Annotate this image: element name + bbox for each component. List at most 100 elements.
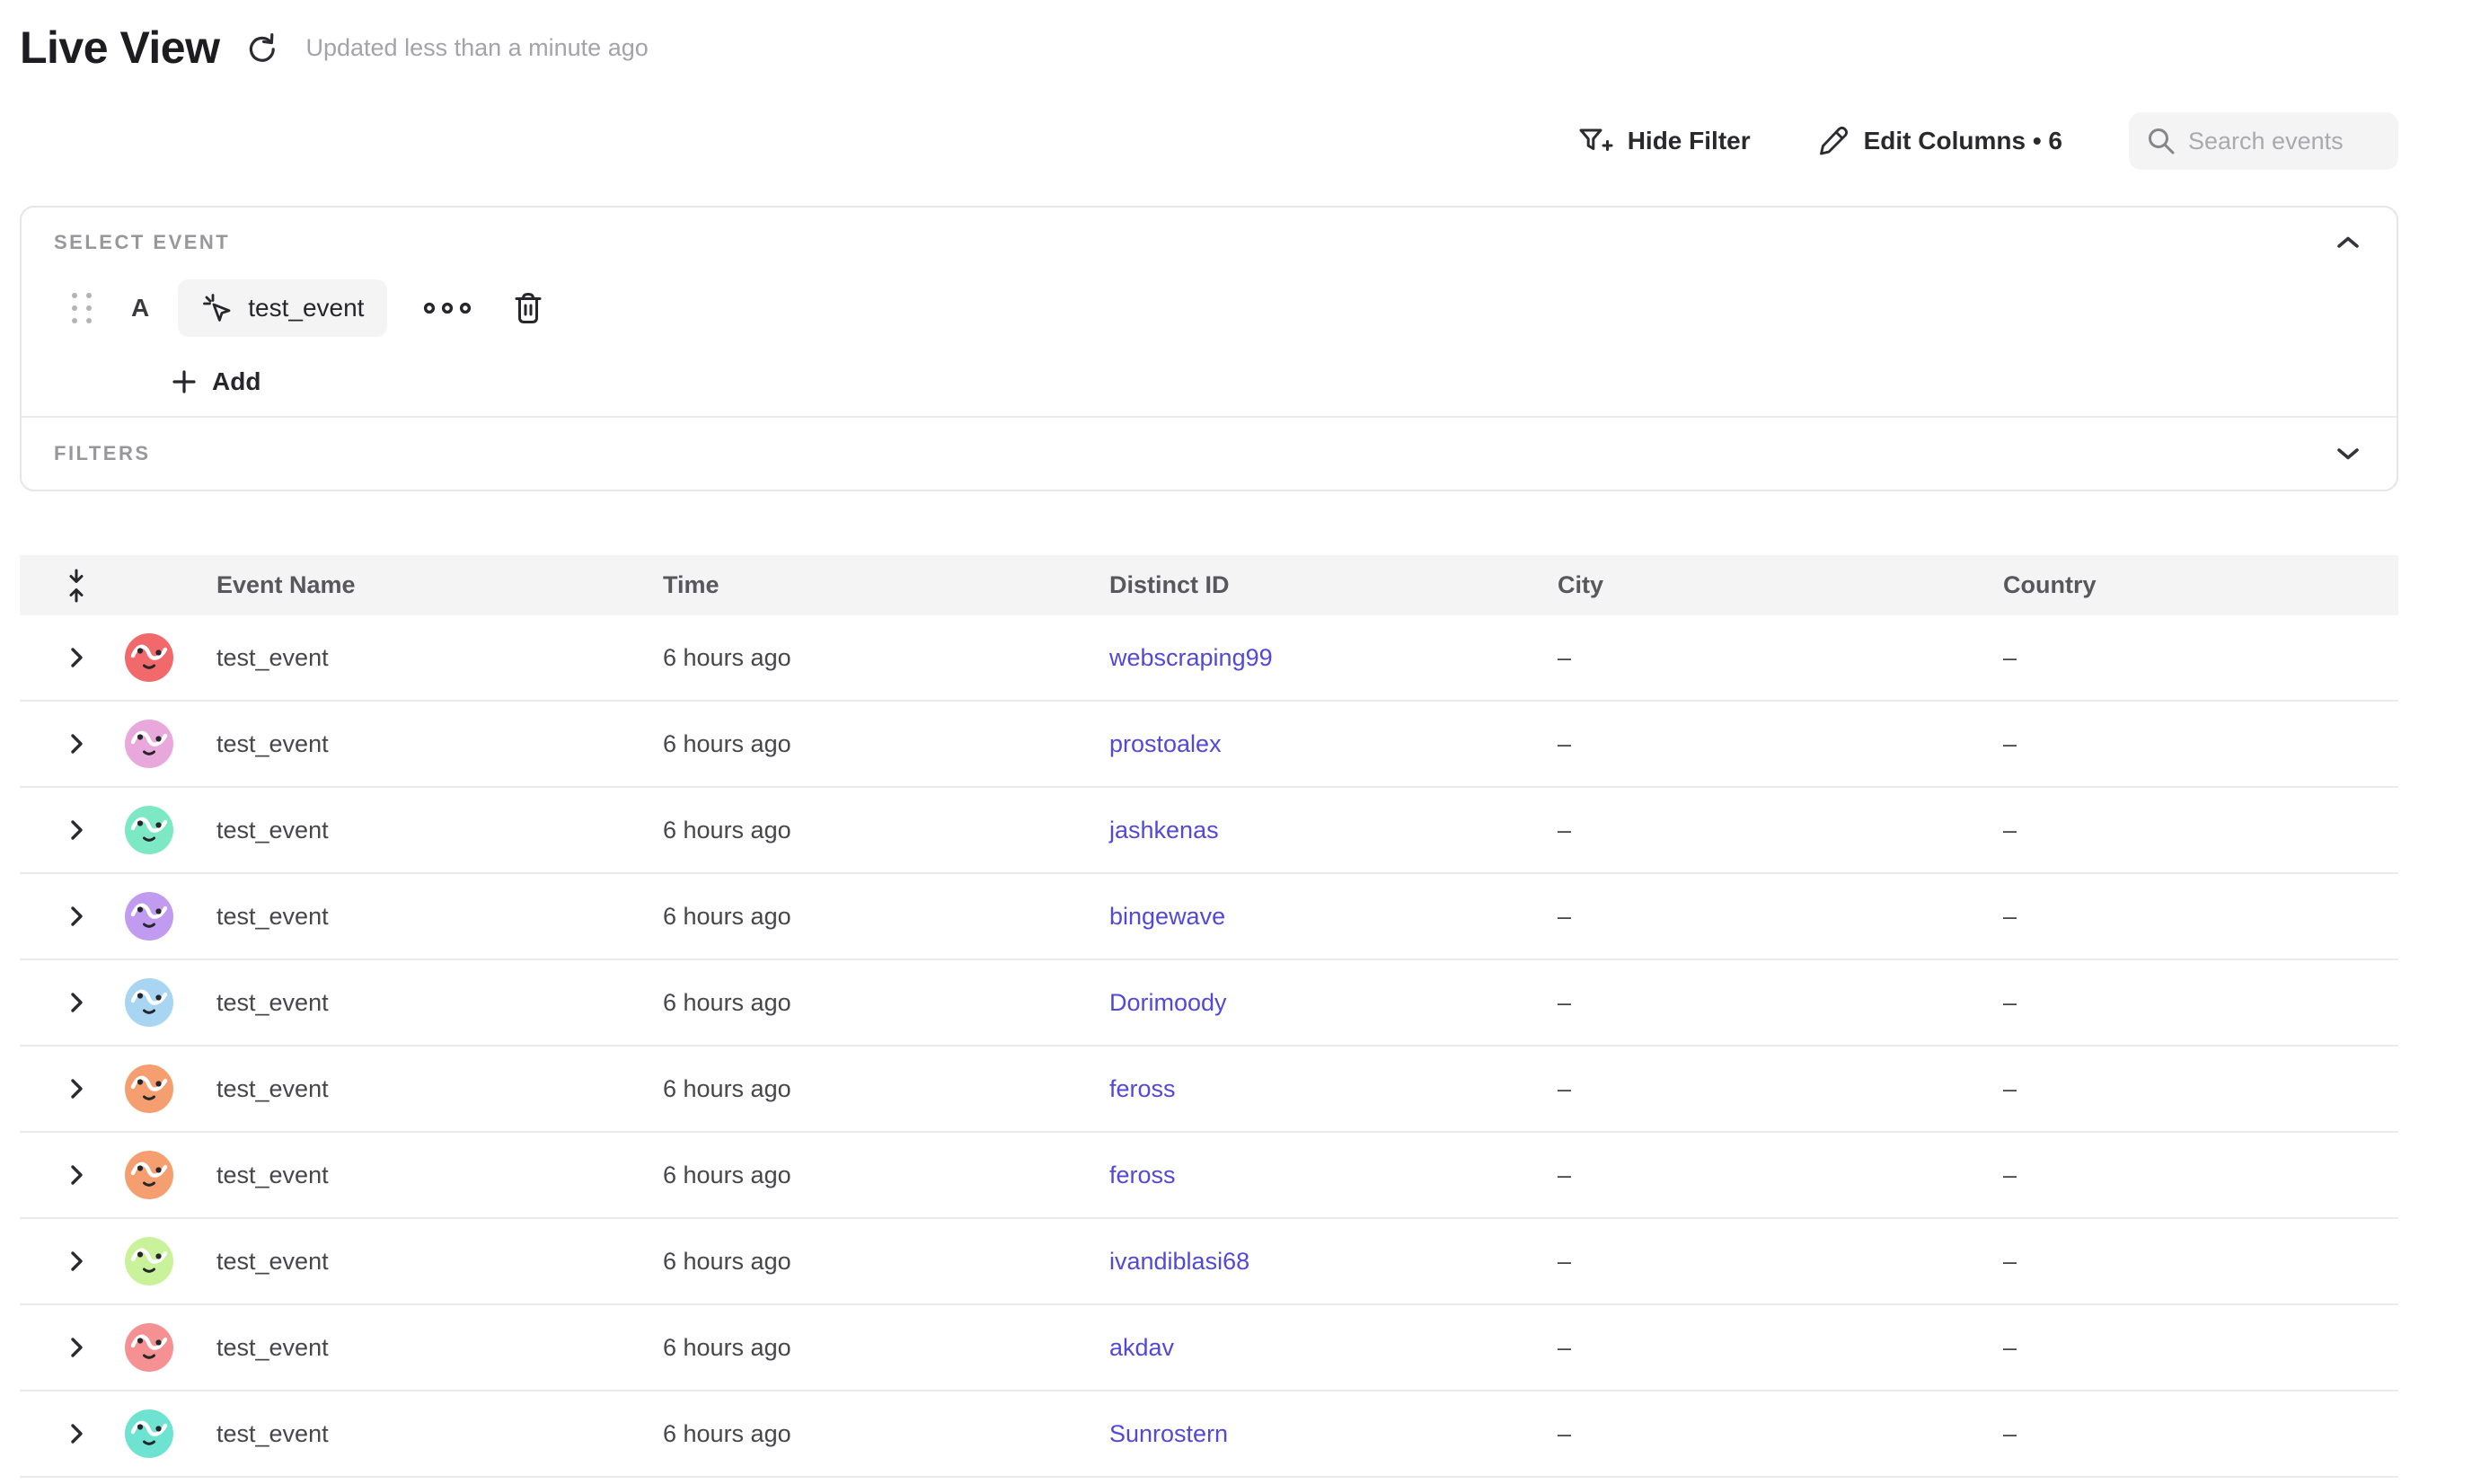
cell-event-name: test_event [192,903,639,931]
distinct-id-link[interactable]: akdav [1109,1334,1174,1361]
table-row: test_event 6 hours ago Sunrostern – – [20,1391,2398,1478]
cell-city: – [1533,1075,1979,1103]
row-expand-button[interactable] [67,1421,85,1446]
avatar-face-icon [125,1064,173,1113]
row-expand-button[interactable] [67,1249,85,1274]
cell-event-name: test_event [192,644,639,672]
event-selector-chip[interactable]: test_event [178,279,387,337]
row-expand-button[interactable] [67,731,85,756]
collapse-select-event-button[interactable] [2332,229,2364,256]
cell-country: – [1979,1248,2398,1276]
distinct-id-link[interactable]: Dorimoody [1109,989,1227,1016]
table-header: Event Name Time Distinct ID City Country [20,555,2398,615]
plus-icon [171,368,198,395]
cell-event-name: test_event [192,1162,639,1189]
cell-city: – [1533,1248,1979,1276]
table-row: test_event 6 hours ago ivandiblasi68 – – [20,1219,2398,1305]
select-event-label: SELECT EVENT [54,231,230,254]
distinct-id-link[interactable]: bingewave [1109,903,1225,930]
distinct-id-link[interactable]: feross [1109,1162,1176,1188]
filters-label: FILTERS [54,442,151,465]
event-delete-button[interactable] [513,291,543,325]
search-events-box[interactable] [2129,112,2398,170]
cell-time: 6 hours ago [639,903,1085,931]
distinct-id-link[interactable]: prostoalex [1109,730,1222,757]
cell-time: 6 hours ago [639,644,1085,672]
cell-event-name: test_event [192,817,639,844]
cell-city: – [1533,1420,1979,1448]
table-row: test_event 6 hours ago akdav – – [20,1305,2398,1391]
toolbar: Hide Filter Edit Columns • 6 [20,112,2398,170]
cell-city: – [1533,730,1979,758]
collapse-rows-button[interactable] [20,555,106,615]
avatar-face-icon [125,1409,173,1458]
drag-handle[interactable] [72,293,93,323]
cell-country: – [1979,644,2398,672]
column-header-city[interactable]: City [1533,571,1979,599]
user-avatar [125,806,173,854]
cell-time: 6 hours ago [639,1162,1085,1189]
row-expand-button[interactable] [67,1335,85,1360]
cell-time: 6 hours ago [639,989,1085,1017]
user-avatar [125,1409,173,1458]
chevron-right-icon [67,731,85,756]
avatar-face-icon [125,1323,173,1372]
event-row-a: A test_event [54,279,2364,337]
distinct-id-link[interactable]: webscraping99 [1109,644,1273,671]
row-expand-button[interactable] [67,817,85,843]
hide-filter-button[interactable]: Hide Filter [1577,126,1751,156]
chevron-right-icon [67,990,85,1015]
chevron-right-icon [67,1249,85,1274]
cell-country: – [1979,1075,2398,1103]
event-more-options-button[interactable] [421,300,473,316]
more-options-icon [421,300,473,316]
user-avatar [125,1323,173,1372]
row-expand-button[interactable] [67,1162,85,1188]
cell-time: 6 hours ago [639,730,1085,758]
add-event-button[interactable]: Add [54,367,252,396]
search-events-input[interactable] [2188,128,2395,155]
cell-event-name: test_event [192,1248,639,1276]
cell-country: – [1979,903,2398,931]
cell-city: – [1533,1334,1979,1362]
cell-city: – [1533,989,1979,1017]
edit-columns-button[interactable]: Edit Columns • 6 [1817,125,2062,157]
row-expand-button[interactable] [67,990,85,1015]
cell-time: 6 hours ago [639,1334,1085,1362]
table-row: test_event 6 hours ago feross – – [20,1047,2398,1133]
column-header-time[interactable]: Time [639,571,1085,599]
search-icon [2145,125,2177,157]
avatar-face-icon [125,1151,173,1199]
hide-filter-label: Hide Filter [1628,127,1751,155]
chevron-right-icon [67,645,85,670]
distinct-id-link[interactable]: feross [1109,1075,1176,1102]
table-row: test_event 6 hours ago feross – – [20,1133,2398,1219]
chevron-right-icon [67,904,85,929]
avatar-face-icon [125,1237,173,1285]
avatar-face-icon [125,633,173,682]
cell-city: – [1533,903,1979,931]
column-header-country[interactable]: Country [1979,571,2398,599]
row-expand-button[interactable] [67,645,85,670]
query-builder-panel: SELECT EVENT A [20,206,2398,491]
cell-country: – [1979,1334,2398,1362]
refresh-button[interactable] [243,28,282,67]
expand-filters-button[interactable] [2332,440,2364,467]
distinct-id-link[interactable]: jashkenas [1109,817,1219,844]
user-avatar [125,978,173,1027]
chevron-down-icon [2335,446,2362,462]
column-header-event-name[interactable]: Event Name [192,571,639,599]
user-avatar [125,1151,173,1199]
column-header-distinct-id[interactable]: Distinct ID [1085,571,1533,599]
cell-time: 6 hours ago [639,1420,1085,1448]
filter-plus-icon [1577,126,1613,156]
cell-country: – [1979,817,2398,844]
event-chip-label: test_event [248,294,364,322]
user-avatar [125,633,173,682]
live-view-page: Live View Updated less than a minute ago… [0,0,2472,1484]
row-expand-button[interactable] [67,1076,85,1101]
add-label: Add [212,367,260,396]
distinct-id-link[interactable]: ivandiblasi68 [1109,1248,1249,1275]
distinct-id-link[interactable]: Sunrostern [1109,1420,1228,1447]
row-expand-button[interactable] [67,904,85,929]
